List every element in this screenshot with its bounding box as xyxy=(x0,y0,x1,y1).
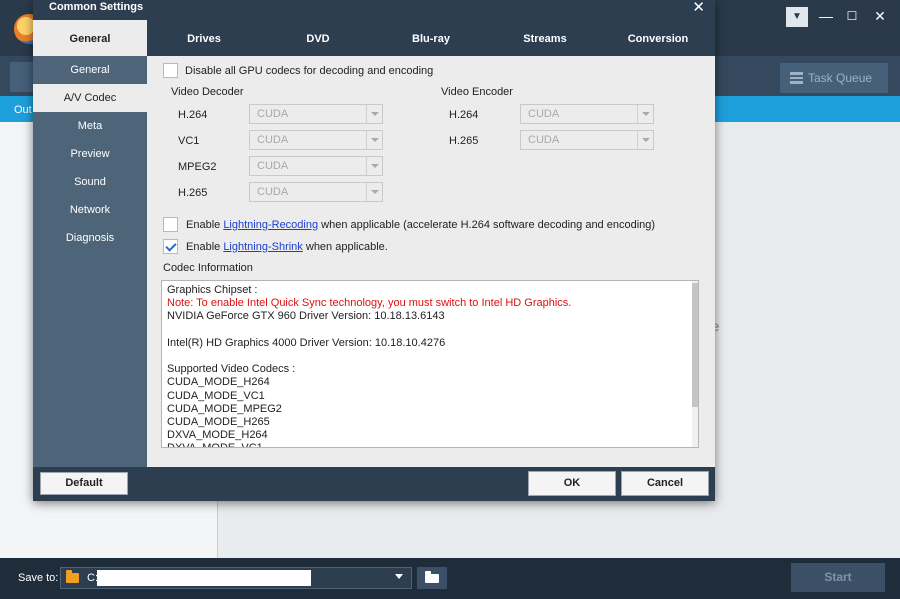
chevron-down-icon xyxy=(637,105,653,123)
task-queue-label: Task Queue xyxy=(808,71,873,85)
video-encoder-heading: Video Encoder xyxy=(441,86,513,98)
chevron-down-icon xyxy=(366,157,382,175)
codec-info-line: DXVA_MODE_VC1 xyxy=(167,442,687,447)
encoder-h264-select[interactable]: CUDA xyxy=(520,104,654,124)
sidebar-item-network[interactable]: Network xyxy=(33,196,147,224)
open-folder-icon xyxy=(425,571,439,583)
codec-info-line: Graphics Chipset : xyxy=(167,284,258,296)
codec-info-line xyxy=(167,324,687,337)
disable-gpu-checkbox[interactable] xyxy=(163,63,178,78)
codec-info-line: Intel(R) HD Graphics 4000 Driver Version… xyxy=(167,336,446,349)
save-path-select[interactable]: C: xyxy=(60,567,412,589)
list-icon xyxy=(790,72,803,84)
tab-drives[interactable]: Drives xyxy=(147,20,261,56)
decoder-vc1-label: VC1 xyxy=(178,135,200,147)
sidebar-item-diagnosis[interactable]: Diagnosis xyxy=(33,224,147,252)
minimize-icon[interactable]: — xyxy=(816,6,836,26)
codec-info-line: CUDA_MODE_H265 xyxy=(167,415,270,428)
chevron-down-icon xyxy=(366,105,382,123)
menu-dropdown-icon[interactable]: ▼ xyxy=(786,7,808,27)
encoder-h265-select[interactable]: CUDA xyxy=(520,130,654,150)
folder-icon xyxy=(66,570,79,583)
codec-info-lines: Graphics Chipset : Note: To enable Intel … xyxy=(167,284,687,447)
decoder-h264-value: CUDA xyxy=(257,108,289,120)
lightning-shrink-label: Enable Lightning-Shrink when applicable. xyxy=(186,241,388,253)
encoder-h265-label: H.265 xyxy=(449,135,479,147)
chevron-down-icon xyxy=(366,183,382,201)
av-codec-panel: Disable all GPU codecs for decoding and … xyxy=(147,56,715,467)
default-button[interactable]: Default xyxy=(40,472,128,495)
sidebar-item-meta[interactable]: Meta xyxy=(33,112,147,140)
start-button[interactable]: Start xyxy=(791,563,885,592)
lightning-recoding-prefix: Enable xyxy=(186,219,224,231)
decoder-vc1-select[interactable]: CUDA xyxy=(249,130,383,150)
chevron-down-icon xyxy=(366,131,382,149)
codec-info-line: CUDA_MODE_H264 xyxy=(167,376,270,389)
codec-info-heading: Codec Information xyxy=(163,262,253,274)
chevron-down-icon xyxy=(395,574,403,579)
sidebar-item-sound[interactable]: Sound xyxy=(33,168,147,196)
decoder-h264-select[interactable]: CUDA xyxy=(249,104,383,124)
decoder-vc1-value: CUDA xyxy=(257,134,289,146)
output-label: Out xyxy=(14,104,32,116)
codec-info-line: NVIDIA GeForce GTX 960 Driver Version: 1… xyxy=(167,310,445,323)
decoder-h265-select[interactable]: CUDA xyxy=(249,182,383,202)
decoder-mpeg2-select[interactable]: CUDA xyxy=(249,156,383,176)
sidebar-item-general[interactable]: General xyxy=(33,56,147,84)
close-icon[interactable]: ✕ xyxy=(692,0,705,16)
browse-folder-button[interactable] xyxy=(417,567,447,589)
decoder-mpeg2-value: CUDA xyxy=(257,160,289,172)
decoder-h265-label: H.265 xyxy=(178,187,208,199)
lightning-shrink-prefix: Enable xyxy=(186,241,224,253)
ok-button[interactable]: OK xyxy=(528,471,616,496)
encoder-h264-value: CUDA xyxy=(528,108,560,120)
save-path-value xyxy=(97,570,311,586)
lightning-recoding-checkbox[interactable] xyxy=(163,217,178,232)
app-close-icon[interactable]: ✕ xyxy=(870,6,890,26)
tab-bluray[interactable]: Blu-ray xyxy=(374,20,488,56)
task-queue-button[interactable]: Task Queue xyxy=(780,63,888,93)
codec-info-scrollbar[interactable] xyxy=(692,281,698,447)
codec-info-line: CUDA_MODE_VC1 xyxy=(167,389,265,402)
lightning-shrink-link[interactable]: Lightning-Shrink xyxy=(223,241,303,253)
maximize-icon[interactable]: ☐ xyxy=(842,6,862,26)
dialog-tabs: General Drives DVD Blu-ray Streams Conve… xyxy=(33,20,715,56)
decoder-h264-label: H.264 xyxy=(178,109,208,121)
codec-info-line: Note: To enable Intel Quick Sync technol… xyxy=(167,297,572,310)
codec-info-line: Supported Video Codecs : xyxy=(167,363,296,376)
dialog-footer: Default OK Cancel xyxy=(33,467,715,501)
decoder-h265-value: CUDA xyxy=(257,186,289,198)
dialog-title: Common Settings xyxy=(49,1,144,13)
decoder-mpeg2-label: MPEG2 xyxy=(178,161,217,173)
tab-streams[interactable]: Streams xyxy=(488,20,602,56)
tab-conversion[interactable]: Conversion xyxy=(601,20,715,56)
save-to-label: Save to: xyxy=(18,572,59,584)
lightning-recoding-link[interactable]: Lightning-Recoding xyxy=(223,219,318,231)
settings-sidebar: General A/V Codec Meta Preview Sound Net… xyxy=(33,56,147,467)
codec-info-line: DXVA_MODE_H264 xyxy=(167,429,268,442)
codec-info-line xyxy=(167,350,687,363)
lightning-shrink-checkbox[interactable] xyxy=(163,239,178,254)
encoder-h264-label: H.264 xyxy=(449,109,479,121)
sidebar-item-preview[interactable]: Preview xyxy=(33,140,147,168)
codec-info-line: CUDA_MODE_MPEG2 xyxy=(167,402,282,415)
encoder-h265-value: CUDA xyxy=(528,134,560,146)
lightning-shrink-suffix: when applicable. xyxy=(302,241,388,253)
scrollbar-thumb[interactable] xyxy=(692,283,698,407)
tab-dvd[interactable]: DVD xyxy=(261,20,375,56)
lightning-recoding-label: Enable Lightning-Recoding when applicabl… xyxy=(186,219,655,231)
chevron-down-icon xyxy=(637,131,653,149)
sidebar-item-av-codec[interactable]: A/V Codec xyxy=(33,84,147,112)
video-decoder-heading: Video Decoder xyxy=(171,86,244,98)
common-settings-dialog: Common Settings ✕ General Drives DVD Blu… xyxy=(33,0,715,501)
cancel-button[interactable]: Cancel xyxy=(621,471,709,496)
lightning-recoding-suffix: when applicable (accelerate H.264 softwa… xyxy=(318,219,656,231)
tab-general[interactable]: General xyxy=(33,20,147,56)
codec-info-textarea[interactable]: Graphics Chipset : Note: To enable Intel … xyxy=(161,280,699,448)
disable-gpu-label: Disable all GPU codecs for decoding and … xyxy=(185,65,434,77)
